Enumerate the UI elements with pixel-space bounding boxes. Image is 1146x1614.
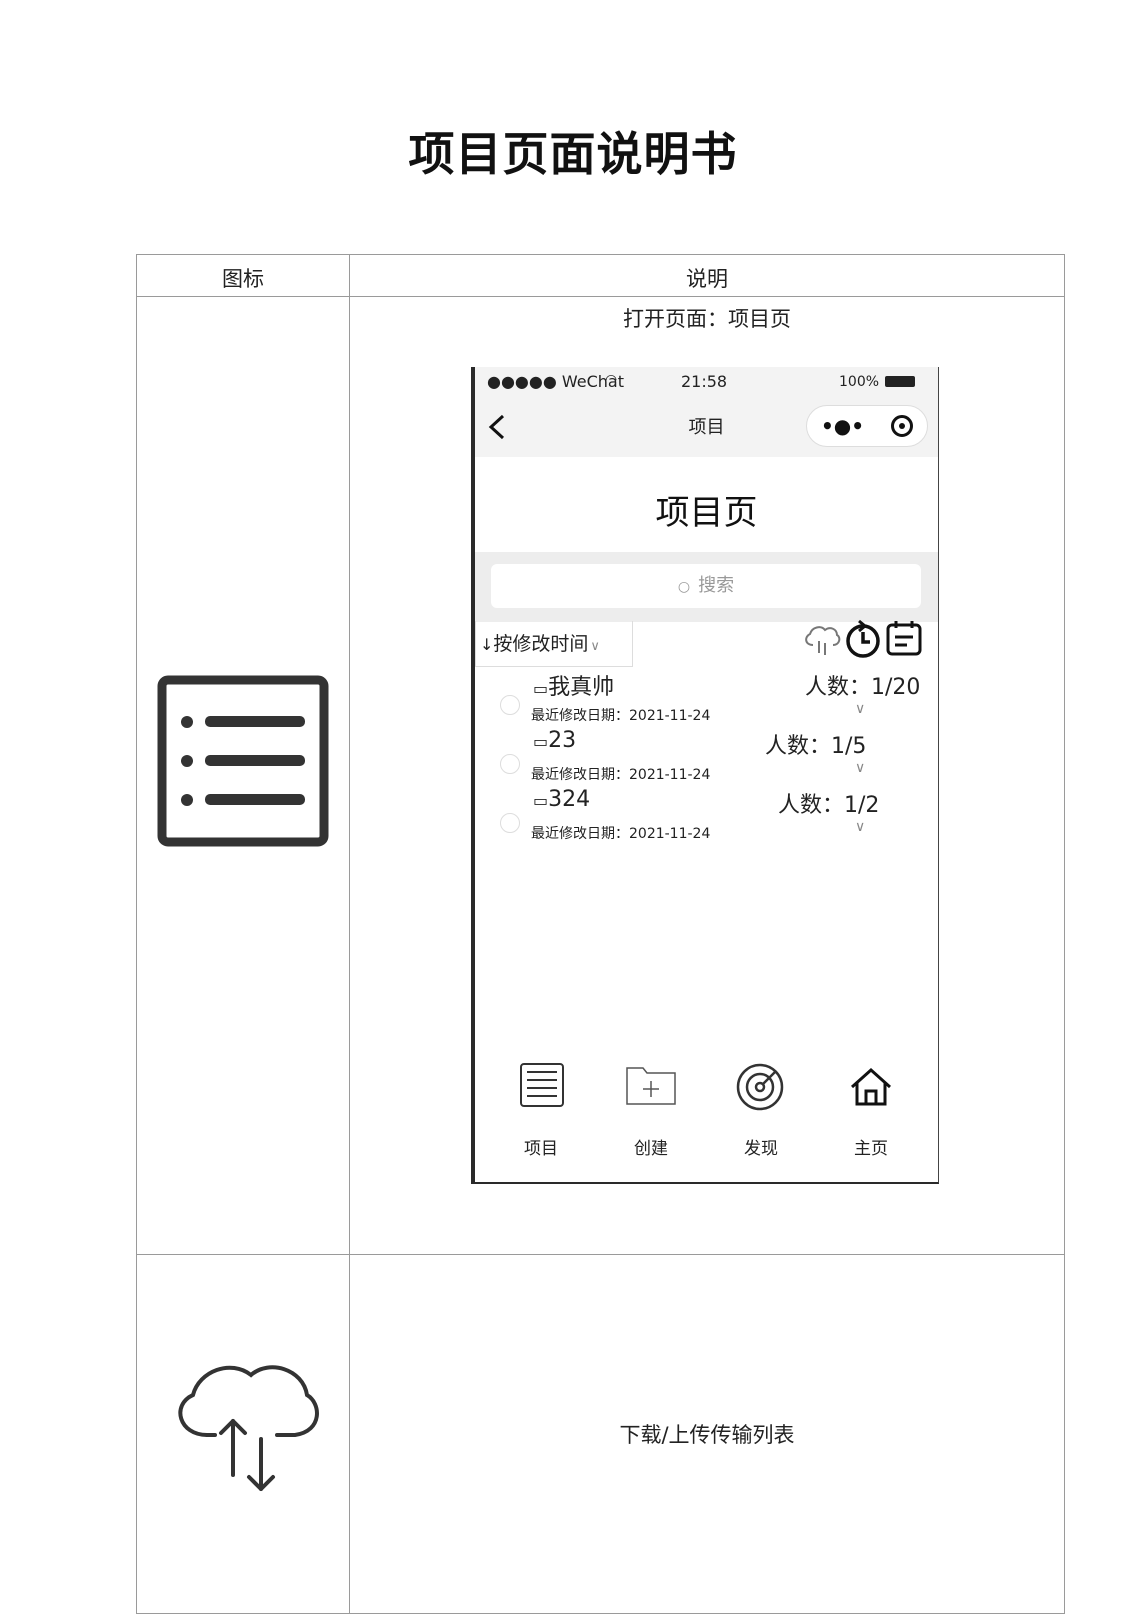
close-target-icon[interactable] xyxy=(891,415,913,437)
status-time: 21:58 xyxy=(681,372,728,391)
select-radio[interactable] xyxy=(500,813,520,833)
wifi-icon: ◠ xyxy=(605,372,618,388)
folder-icon: ▭ xyxy=(533,732,549,751)
project-count: 1/2 xyxy=(844,793,880,818)
project-name: 324 xyxy=(548,787,591,812)
phone-screenshot: ●●●●● WeChat ◠ 21:58 100% 项目 •●• 项目页 ○ 搜索… xyxy=(471,367,939,1184)
calendar-list-icon[interactable] xyxy=(885,619,923,657)
status-bar: ●●●●● WeChat ◠ 21:58 100% xyxy=(475,367,938,397)
table-row-2-icon-cell xyxy=(136,1254,350,1614)
table-row-1-icon-cell xyxy=(136,296,350,1255)
capsule-menu: •●• xyxy=(806,405,928,447)
folder-icon: ▭ xyxy=(533,679,549,698)
project-date: 2021-11-24 xyxy=(629,708,711,724)
project-date: 2021-11-24 xyxy=(629,767,711,783)
expand-chevron-icon[interactable]: ∨ xyxy=(855,819,865,835)
cloud-upload-download-icon xyxy=(178,1365,319,1491)
chevron-down-icon: ∨ xyxy=(590,639,600,654)
search-icon: ○ xyxy=(677,579,691,595)
page-title: 项目页 xyxy=(655,493,758,533)
select-radio[interactable] xyxy=(500,754,520,774)
expand-chevron-icon[interactable]: ∨ xyxy=(855,701,865,717)
expand-chevron-icon[interactable]: ∨ xyxy=(855,760,865,776)
history-clock-icon[interactable] xyxy=(843,617,883,659)
folder-icon: ▭ xyxy=(533,791,549,810)
row-2-description: 下载/上传传输列表 xyxy=(619,1423,795,1447)
project-list-item[interactable]: ▭324 最近修改日期：2021-11-24 人数：1/2 ∨ xyxy=(475,785,938,845)
project-count: 1/5 xyxy=(831,734,867,759)
nav-bar: 项目 •●• xyxy=(475,397,938,457)
list-box-icon xyxy=(520,1063,564,1107)
folder-add-icon xyxy=(626,1067,676,1105)
document-title: 项目页面说明书 xyxy=(408,127,738,181)
table-row-2-description-cell: 下载/上传传输列表 xyxy=(349,1254,1065,1614)
search-input[interactable]: ○ 搜索 xyxy=(491,564,921,608)
sort-arrow-icon: ↓ xyxy=(480,635,494,654)
carrier-label: ●●●●● WeChat xyxy=(487,372,625,391)
project-list-item[interactable]: ▭23 最近修改日期：2021-11-24 人数：1/5 ∨ xyxy=(475,726,938,786)
more-icon[interactable]: •●• xyxy=(821,414,864,438)
select-radio[interactable] xyxy=(500,695,520,715)
table-header-description: 说明 xyxy=(349,254,1065,297)
battery-percent: 100% xyxy=(839,374,880,390)
row-1-description: 打开页面：项目页 xyxy=(623,307,791,331)
sort-dropdown[interactable]: ↓按修改时间 ∨ xyxy=(475,621,633,667)
table-header-icon: 图标 xyxy=(136,254,350,297)
project-name: 我真帅 xyxy=(548,675,615,700)
battery-icon xyxy=(885,376,915,387)
cloud-transfer-icon[interactable] xyxy=(801,623,841,657)
project-name: 23 xyxy=(548,728,577,753)
project-list-item[interactable]: ▭我真帅 最近修改日期：2021-11-24 人数：1/20 ∨ xyxy=(475,667,938,727)
project-date: 2021-11-24 xyxy=(629,826,711,842)
list-icon xyxy=(157,675,329,847)
home-icon xyxy=(850,1067,892,1106)
search-bar: ○ 搜索 xyxy=(475,552,938,622)
project-count: 1/20 xyxy=(871,675,921,700)
radar-icon xyxy=(736,1063,784,1111)
